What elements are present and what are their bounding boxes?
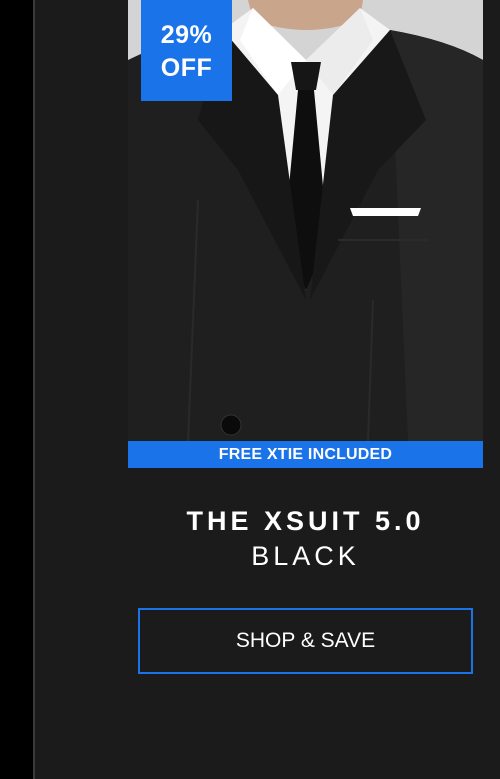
product-name: THE XSUIT 5.0: [186, 506, 425, 536]
jacket-button: [220, 414, 242, 436]
shop-save-button[interactable]: SHOP & SAVE: [138, 608, 473, 674]
discount-percent: 29%: [160, 20, 213, 49]
discount-off-label: OFF: [160, 53, 213, 82]
shop-save-label: SHOP & SAVE: [235, 629, 376, 652]
pocket-square: [350, 208, 421, 216]
discount-badge: 29% OFF: [141, 0, 232, 101]
promo-text: FREE XTIE INCLUDED: [218, 445, 393, 463]
left-rail: [0, 0, 33, 779]
promo-strip: FREE XTIE INCLUDED: [128, 441, 483, 468]
product-color: BLACK: [251, 541, 360, 571]
